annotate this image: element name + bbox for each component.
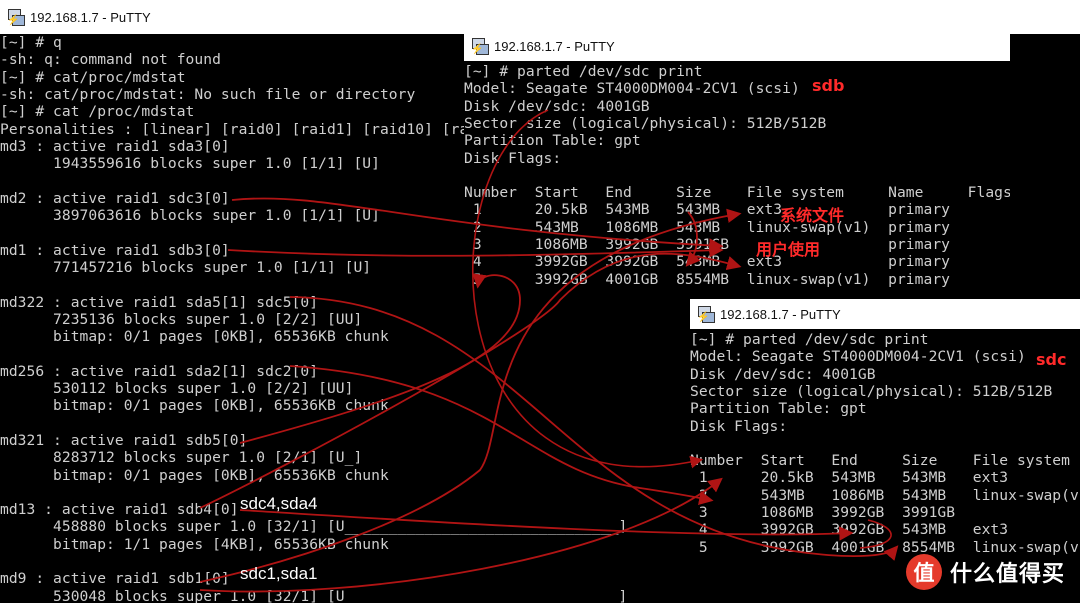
smzdm-watermark: 值 什么值得买	[906, 554, 1065, 590]
label-sdc: sdc	[1036, 350, 1067, 369]
terminal-line: 2 543MB 1086MB 543MB linux-swap(v1)	[690, 486, 1080, 504]
terminal-line: md13 : active raid1 sdb4[0]	[0, 501, 239, 519]
terminal-line: md1 : active raid1 sdb3[0]	[0, 241, 230, 259]
terminal-line: 2 543MB 1086MB 543MB linux-swap(v1) prim…	[464, 218, 950, 236]
terminal-line: bitmap: 0/1 pages [0KB], 65536KB chunk	[0, 328, 389, 346]
terminal-line: Partition Table: gpt	[464, 132, 641, 150]
terminal-line: Disk /dev/sdc: 4001GB	[464, 97, 650, 115]
title-bar[interactable]: ⚡ 192.168.1.7 - PuTTY	[0, 0, 1080, 34]
terminal-line: Model: Seagate ST4000DM004-2CV1 (scsi)	[690, 348, 1026, 366]
terminal-line: 4 3992GB 3992GB 543MB ext3 primary	[464, 253, 950, 271]
terminal-line: md3 : active raid1 sda3[0]	[0, 137, 230, 155]
terminal-line: 458880 blocks super 1.0 [32/1] [U_______…	[0, 518, 628, 536]
label-sdc4-sda4: sdc4,sda4	[240, 494, 318, 513]
terminal-line: md322 : active raid1 sda5[1] sdc5[0]	[0, 293, 319, 311]
terminal-output[interactable]: [~] # parted /dev/sdc print Model: Seagat…	[464, 63, 1010, 291]
window-title: 192.168.1.7 - PuTTY	[494, 38, 615, 54]
terminal-line: Sector size (logical/physical): 512B/512…	[464, 114, 827, 132]
terminal-line: [~] # q	[0, 34, 62, 51]
terminal-line: md321 : active raid1 sdb5[0]	[0, 431, 248, 449]
terminal-line: Partition Table: gpt	[690, 400, 867, 418]
terminal-line: Disk Flags:	[690, 417, 788, 435]
terminal-line: 1 20.5kB 543MB 543MB ext3	[690, 469, 1009, 487]
logo-text: 什么值得买	[950, 562, 1066, 587]
label-sdc1-sda1: sdc1,sda1	[240, 564, 318, 583]
putty-window-sdb[interactable]: ⚡ 192.168.1.7 - PuTTY [~] # parted /dev/…	[464, 31, 1010, 291]
terminal-line: 1 20.5kB 543MB 543MB ext3 primary	[464, 201, 950, 219]
terminal-line: 1943559616 blocks super 1.0 [1/1] [U]	[0, 155, 380, 173]
terminal-line: -sh: cat/proc/mdstat: No such file or di…	[0, 85, 416, 103]
terminal-line: 8283712 blocks super 1.0 [2/1] [U_]	[0, 449, 363, 467]
terminal-line: 3897063616 blocks super 1.0 [1/1] [U]	[0, 207, 380, 224]
putty-icon: ⚡	[6, 8, 25, 26]
terminal-line: 3 1086MB 3992GB 3991GB primary	[464, 236, 950, 253]
terminal-line: 4 3992GB 3992GB 543MB ext3	[690, 521, 1009, 539]
terminal-line: 5 3992GB 4001GB 8554MB linux-swap(v1) pr…	[464, 270, 950, 288]
terminal-line: md9 : active raid1 sdb1[0]	[0, 570, 230, 588]
logo-badge: 值	[906, 554, 942, 590]
label-sdb: sdb	[812, 76, 845, 95]
terminal-line: Disk Flags:	[464, 149, 562, 167]
terminal-line: [~] # cat/proc/mdstat	[0, 68, 186, 86]
terminal-line: md2 : active raid1 sdc3[0]	[0, 189, 230, 207]
title-bar[interactable]: ⚡ 192.168.1.7 - PuTTY	[464, 31, 1010, 61]
terminal-line: 530112 blocks super 1.0 [2/2] [UU]	[0, 380, 354, 397]
terminal-line: Number Start End Size File system	[690, 452, 1070, 470]
putty-icon: ⚡	[470, 37, 489, 55]
terminal-line: [~] # parted /dev/sdc print	[464, 63, 703, 80]
window-title: 192.168.1.7 - PuTTY	[720, 306, 841, 322]
terminal-line: [~] # parted /dev/sdc print	[690, 331, 929, 348]
terminal-line: bitmap: 1/1 pages [4KB], 65536KB chunk	[0, 535, 389, 553]
label-system-files: 系统文件	[780, 206, 845, 225]
title-bar[interactable]: ⚡ 192.168.1.7 - PuTTY	[690, 299, 1080, 329]
putty-icon: ⚡	[696, 305, 715, 323]
terminal-line: bitmap: 0/1 pages [0KB], 65536KB chunk	[0, 397, 389, 415]
terminal-line: md256 : active raid1 sda2[1] sdc2[0]	[0, 362, 319, 380]
label-user-use: 用户使用	[756, 240, 821, 259]
terminal-line: Sector size (logical/physical): 512B/512…	[690, 382, 1053, 400]
terminal-line: Model: Seagate ST4000DM004-2CV1 (scsi)	[464, 80, 800, 98]
window-title: 192.168.1.7 - PuTTY	[30, 9, 151, 25]
terminal-line: 530048 blocks super 1.0 [32/1] [U_______…	[0, 587, 628, 603]
terminal-line: Disk /dev/sdc: 4001GB	[690, 365, 876, 383]
terminal-line: 771457216 blocks super 1.0 [1/1] [U]	[0, 258, 372, 276]
terminal-line: [~] # cat /proc/mdstat	[0, 103, 195, 121]
terminal-line: 3 1086MB 3992GB 3991GB	[690, 504, 956, 521]
terminal-line: -sh: q: command not found	[0, 51, 221, 69]
terminal-line: Number Start End Size File system Name F…	[464, 184, 1010, 202]
terminal-line: bitmap: 0/1 pages [0KB], 65536KB chunk	[0, 466, 389, 484]
terminal-line: 7235136 blocks super 1.0 [2/2] [UU]	[0, 310, 363, 328]
